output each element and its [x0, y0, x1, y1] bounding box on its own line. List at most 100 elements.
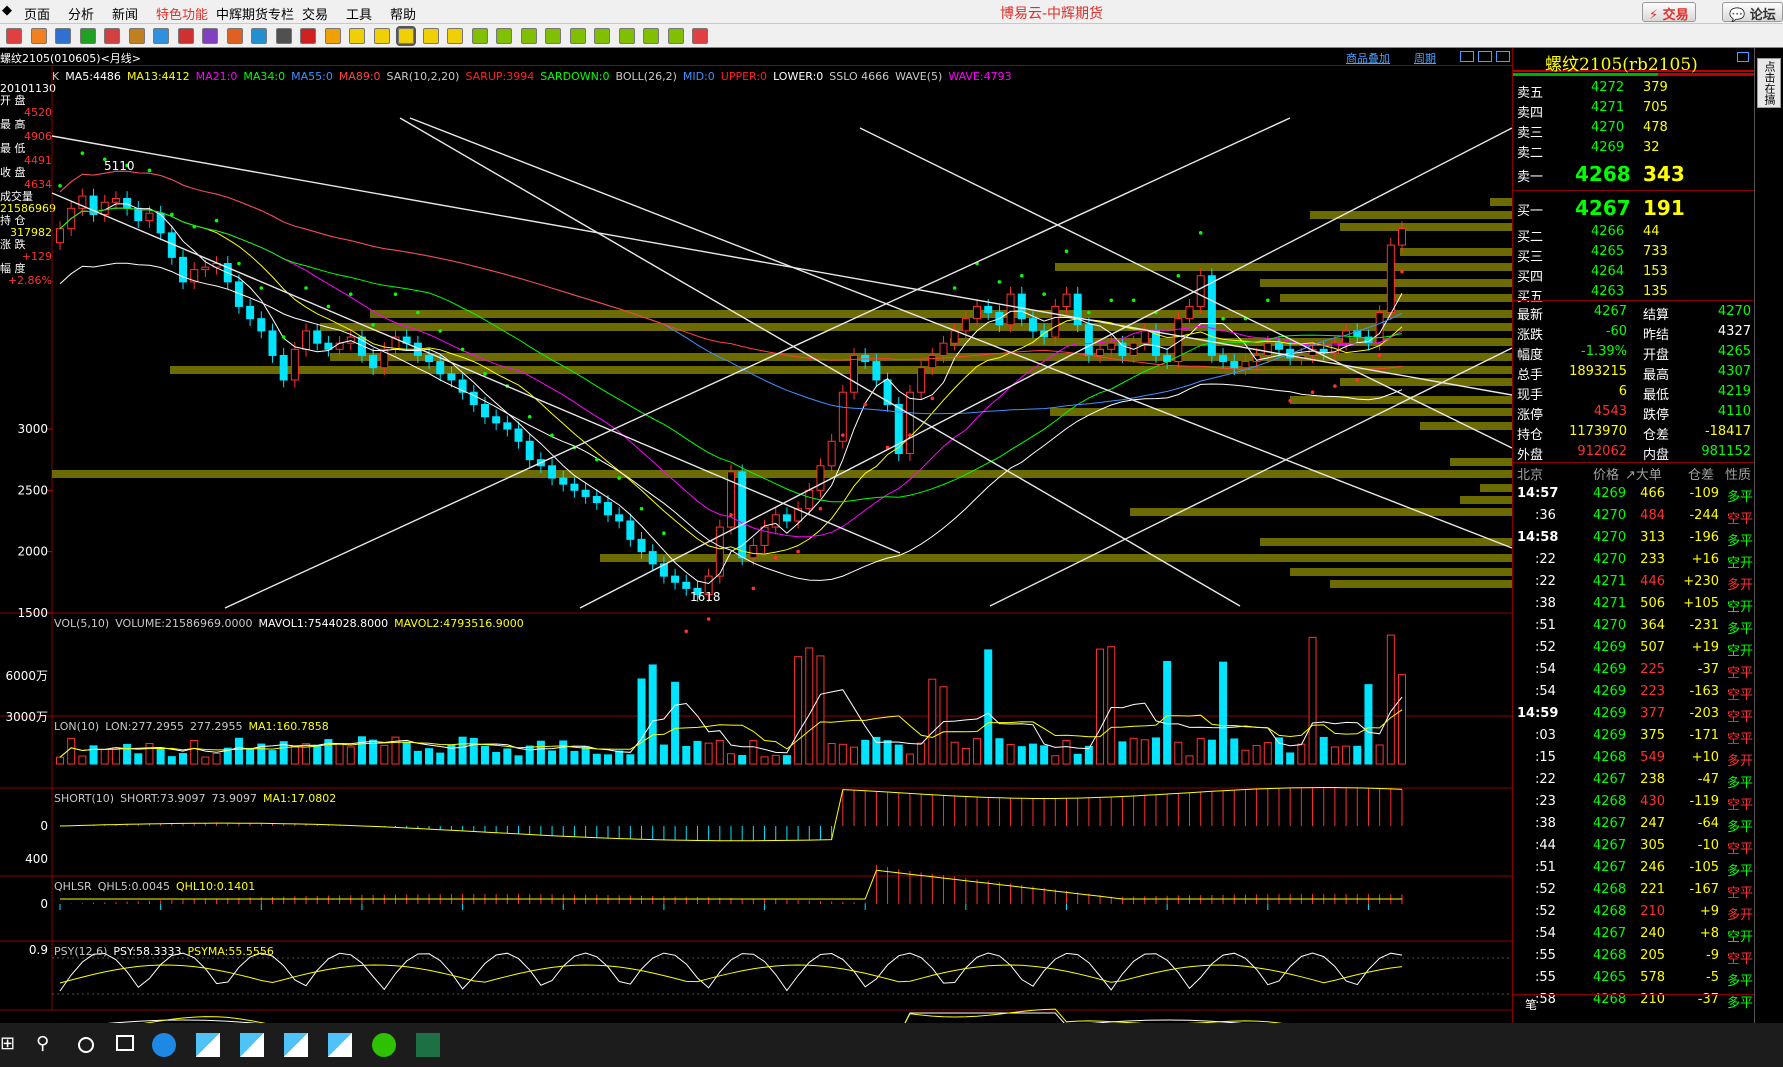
start-icon[interactable]: ⊞	[0, 1033, 18, 1055]
volume-bar	[671, 681, 680, 765]
toolbar-年-icon[interactable]	[447, 28, 463, 44]
stat-value: 4543	[1593, 404, 1627, 419]
toolbar-2h-icon[interactable]	[618, 28, 635, 44]
y-tick-label: 2500	[17, 483, 48, 497]
toolbar-calc-icon[interactable]	[692, 28, 708, 44]
app-window-icon-3[interactable]	[284, 1033, 308, 1057]
tick-price: 4267	[1593, 838, 1627, 853]
toolbar-refresh-icon[interactable]	[79, 28, 96, 44]
toolbar-5-icon[interactable]	[520, 28, 537, 44]
candle-body	[201, 266, 210, 271]
toolbar-日-icon[interactable]	[349, 28, 365, 44]
tick-row: 14:59 4269 377 -203 空平	[1513, 705, 1755, 725]
tick-nature: 空平	[1726, 666, 1753, 681]
tick-nature: 多开	[1726, 908, 1753, 923]
bid-volume: 153	[1643, 264, 1668, 279]
toolbar-draw-icon[interactable]	[202, 28, 218, 44]
quote-footer-label[interactable]: 笔	[1525, 996, 1537, 1013]
volume-bar	[581, 746, 590, 765]
ask-price: 4271	[1591, 100, 1625, 115]
toolbar-tick-icon[interactable]	[324, 28, 341, 44]
toolbar-月-icon[interactable]	[396, 26, 416, 46]
menu-column[interactable]: 中辉期货专栏	[216, 4, 294, 23]
app-window-icon-2[interactable]	[240, 1033, 264, 1057]
menu-tools[interactable]: 工具	[346, 4, 372, 23]
toolbar-bar-icon[interactable]	[300, 28, 316, 44]
tick-price: 4269	[1593, 684, 1627, 699]
volume-bar	[1174, 741, 1183, 765]
tick-volume: 233	[1640, 552, 1665, 567]
volume-profile-bar	[52, 470, 1512, 478]
menu-analysis[interactable]: 分析	[68, 4, 94, 23]
tick-nature: 空开	[1726, 930, 1753, 945]
tick-time: :15	[1535, 750, 1556, 765]
volume-bar	[1398, 674, 1406, 765]
ind-short-item: MA1:17.0802	[263, 792, 337, 805]
tick-row: :52 4268 210 +9 多开	[1513, 903, 1755, 923]
tick-oi-change: -167	[1689, 882, 1719, 897]
tick-volume: 210	[1640, 904, 1665, 919]
menu-help[interactable]: 帮助	[390, 4, 416, 23]
tick-row: 14:57 4269 466 -109 多平	[1513, 485, 1755, 505]
forum-button[interactable]: 💬 论坛	[1722, 2, 1783, 23]
search-icon[interactable]: ⚲	[36, 1033, 49, 1054]
candle-body	[1196, 275, 1205, 307]
toolbar-new-icon[interactable]	[251, 28, 267, 44]
sar-dot	[1377, 353, 1382, 358]
tick-row: :54 4267 240 +8 空开	[1513, 925, 1755, 945]
toolbar-Y-icon[interactable]	[667, 28, 684, 44]
volume-bar	[939, 686, 948, 765]
kline-chart[interactable]: 3000 2500 2000 1500 5110 1618 6000万 3000万 0 400 0 0…	[0, 48, 1512, 1023]
tick-volume: 377	[1640, 706, 1665, 721]
volume-bar	[201, 756, 210, 765]
volume-bar	[123, 743, 132, 765]
toolbar-1-icon[interactable]	[471, 28, 488, 44]
toolbar-window-icon[interactable]	[153, 28, 169, 44]
toolbar-table-icon[interactable]	[275, 28, 292, 44]
menu-trade[interactable]: 交易	[302, 4, 328, 23]
tick-nature: 空平	[1726, 798, 1753, 813]
tick-time: :22	[1535, 574, 1556, 589]
sar-dot	[1019, 273, 1024, 278]
toolbar-pen-icon[interactable]	[177, 28, 194, 44]
candle-body	[1062, 293, 1071, 307]
sar-dot	[438, 329, 443, 333]
sar-dot	[1333, 384, 1337, 388]
toolbar-季-icon[interactable]	[422, 28, 439, 44]
menu-page[interactable]: 页面	[24, 4, 50, 23]
cortana-icon[interactable]	[78, 1037, 94, 1053]
volume-bar	[682, 745, 691, 765]
edge-browser-icon[interactable]	[152, 1033, 176, 1057]
toolbar-周-icon[interactable]	[373, 28, 390, 44]
toolbar-search-icon[interactable]	[104, 28, 120, 44]
toolbar-60-icon[interactable]	[594, 28, 610, 44]
task-view-icon[interactable]	[116, 1035, 134, 1051]
app-window-icon-1[interactable]	[196, 1033, 220, 1057]
tick-row: :22 4271 446 +230 多开	[1513, 573, 1755, 593]
toolbar-15-icon[interactable]	[545, 28, 561, 44]
side-tab[interactable]: 点击在搞	[1757, 58, 1781, 108]
toolbar-30-icon[interactable]	[569, 28, 586, 44]
menu-features[interactable]: 特色功能	[156, 4, 208, 23]
tick-oi-change: +8	[1699, 926, 1719, 941]
toolbar-file-icon[interactable]	[6, 28, 22, 44]
app-icon[interactable]: ◆	[2, 3, 12, 18]
menu-news[interactable]: 新闻	[112, 4, 138, 23]
toolbar-4h-icon[interactable]	[643, 28, 659, 44]
quote-panel-icon[interactable]	[1737, 52, 1749, 62]
volume-bar	[179, 753, 188, 765]
excel-icon[interactable]	[416, 1033, 440, 1057]
toolbar-save-icon[interactable]	[55, 28, 71, 44]
trade-button[interactable]: ⚡ 交易	[1642, 2, 1696, 23]
candle-body	[56, 228, 64, 244]
tick-volume: 225	[1640, 662, 1665, 677]
wechat-icon[interactable]	[372, 1033, 396, 1057]
stat-label: 跌停	[1643, 408, 1670, 423]
sar-dot	[1042, 292, 1046, 296]
app-window-icon-4[interactable]	[328, 1033, 352, 1057]
toolbar-filter-icon[interactable]	[226, 28, 243, 44]
toolbar-search2-icon[interactable]	[128, 28, 145, 44]
toolbar-3-icon[interactable]	[496, 28, 512, 44]
candle-body	[1096, 348, 1105, 356]
toolbar-open-icon[interactable]	[30, 28, 47, 44]
